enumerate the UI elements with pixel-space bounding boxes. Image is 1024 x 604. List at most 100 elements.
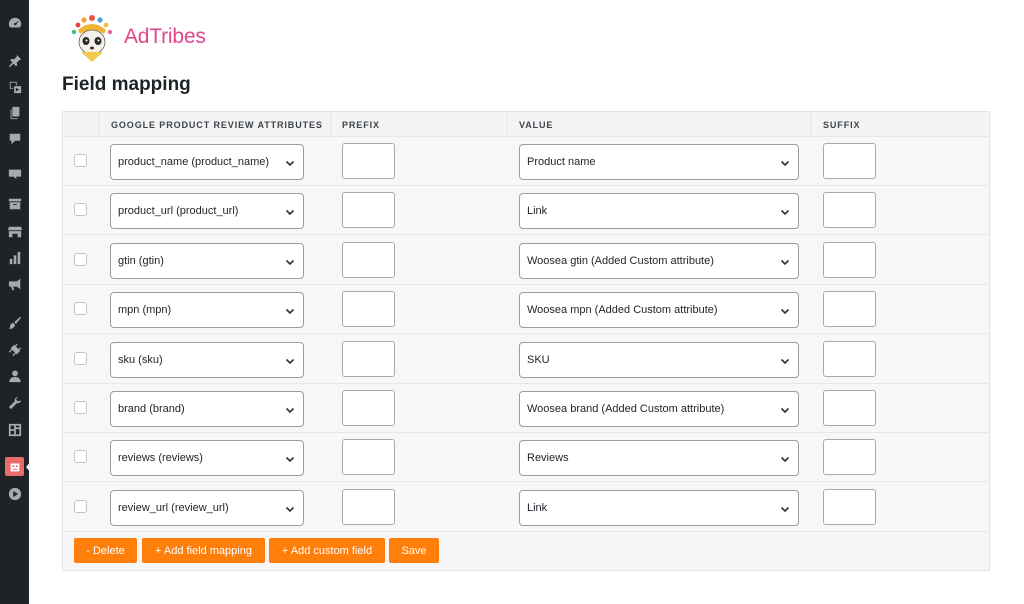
table-row: brand (brand) Woosea brand (Added Custom… bbox=[63, 384, 989, 433]
attribute-select-value: brand (brand) bbox=[118, 403, 185, 415]
value-select-value: SKU bbox=[527, 353, 550, 366]
attribute-select[interactable]: mpn (mpn) bbox=[110, 292, 304, 329]
value-select[interactable]: Product name bbox=[519, 144, 799, 180]
row-checkbox[interactable] bbox=[74, 203, 87, 217]
store-icon[interactable] bbox=[7, 224, 22, 239]
play-icon[interactable] bbox=[7, 486, 22, 501]
attribute-select[interactable]: product_name (product_name) bbox=[110, 144, 304, 180]
value-select[interactable]: SKU bbox=[519, 341, 799, 378]
suffix-input[interactable] bbox=[823, 390, 876, 426]
row-checkbox[interactable] bbox=[74, 252, 87, 266]
admin-sidebar bbox=[0, 0, 30, 604]
save-button[interactable]: Save bbox=[389, 538, 439, 563]
table-row: gtin (gtin) Woosea gtin (Added Custom at… bbox=[63, 235, 989, 285]
table-row: product_url (product_url) Link bbox=[63, 186, 989, 236]
attribute-select[interactable]: review_url (review_url) bbox=[110, 489, 304, 526]
page-title: Field mapping bbox=[62, 74, 191, 95]
prefix-input[interactable] bbox=[342, 241, 395, 278]
attribute-select-value: gtin (gtin) bbox=[118, 254, 164, 267]
attribute-select-value: mpn (mpn) bbox=[118, 304, 172, 317]
row-checkbox[interactable] bbox=[74, 154, 87, 167]
marketing-icon[interactable] bbox=[7, 276, 22, 291]
table-row: reviews (reviews) Reviews bbox=[63, 433, 989, 483]
attribute-select[interactable]: brand (brand) bbox=[110, 391, 304, 427]
woo-icon[interactable] bbox=[7, 166, 22, 181]
suffix-input[interactable] bbox=[823, 241, 876, 278]
table-header: GOOGLE PRODUCT REVIEW ATTRIBUTES PREFIX … bbox=[63, 112, 989, 137]
pages-icon[interactable] bbox=[7, 105, 22, 120]
active-menu-indicator bbox=[26, 462, 30, 472]
pin-icon[interactable] bbox=[7, 53, 22, 68]
prefix-input[interactable] bbox=[342, 390, 395, 426]
attribute-select[interactable]: sku (sku) bbox=[110, 341, 304, 378]
value-select[interactable]: Link bbox=[519, 489, 799, 526]
table-row: mpn (mpn) Woosea mpn (Added Custom attri… bbox=[63, 285, 989, 335]
attribute-select[interactable]: reviews (reviews) bbox=[110, 440, 304, 477]
attribute-select[interactable]: gtin (gtin) bbox=[110, 242, 304, 279]
add-custom-field-button[interactable]: + Add custom field bbox=[269, 538, 385, 563]
value-select[interactable]: Woosea gtin (Added Custom attribute) bbox=[519, 242, 799, 279]
chevron-down-icon bbox=[285, 454, 295, 464]
chevron-down-icon bbox=[285, 356, 295, 366]
suffix-input[interactable] bbox=[823, 488, 876, 525]
header-value: VALUE bbox=[519, 120, 554, 130]
value-select[interactable]: Woosea brand (Added Custom attribute) bbox=[519, 391, 799, 427]
row-checkbox[interactable] bbox=[74, 401, 87, 414]
header-suffix: SUFFIX bbox=[823, 120, 861, 130]
suffix-input[interactable] bbox=[823, 143, 876, 179]
media-icon[interactable] bbox=[7, 79, 22, 94]
add-field-mapping-button[interactable]: + Add field mapping bbox=[142, 538, 265, 563]
chevron-down-icon bbox=[780, 207, 790, 217]
tools-icon[interactable] bbox=[7, 395, 22, 410]
row-checkbox[interactable] bbox=[74, 499, 87, 513]
chevron-down-icon bbox=[780, 158, 790, 168]
field-mapping-table: GOOGLE PRODUCT REVIEW ATTRIBUTES PREFIX … bbox=[62, 111, 990, 571]
value-select[interactable]: Reviews bbox=[519, 440, 799, 477]
analytics-icon[interactable] bbox=[7, 250, 22, 265]
chevron-down-icon bbox=[285, 405, 295, 415]
prefix-input[interactable] bbox=[342, 143, 395, 179]
table-row: review_url (review_url) Link bbox=[63, 482, 989, 532]
value-select[interactable]: Woosea mpn (Added Custom attribute) bbox=[519, 292, 799, 329]
attribute-select-value: product_url (product_url) bbox=[118, 205, 239, 218]
brand-name: AdTribes bbox=[124, 25, 206, 48]
prefix-input[interactable] bbox=[342, 340, 395, 377]
products-icon[interactable] bbox=[7, 196, 22, 211]
users-icon[interactable] bbox=[7, 368, 22, 383]
row-checkbox[interactable] bbox=[74, 450, 87, 464]
suffix-input[interactable] bbox=[823, 291, 876, 328]
comments-icon[interactable] bbox=[7, 131, 22, 146]
prefix-input[interactable] bbox=[342, 291, 395, 328]
row-checkbox[interactable] bbox=[74, 302, 87, 316]
chevron-down-icon bbox=[780, 454, 790, 464]
suffix-input[interactable] bbox=[823, 439, 876, 476]
adtribes-icon[interactable] bbox=[5, 457, 24, 476]
table-row: product_name (product_name) Product name bbox=[63, 137, 989, 186]
adtribes-mascot-icon bbox=[71, 15, 113, 62]
suffix-input[interactable] bbox=[823, 192, 876, 229]
table-actions: - Delete + Add field mapping + Add custo… bbox=[63, 532, 989, 570]
dashboard-icon[interactable] bbox=[7, 15, 22, 30]
chevron-down-icon bbox=[780, 257, 790, 267]
chevron-down-icon bbox=[780, 356, 790, 366]
chevron-down-icon bbox=[780, 306, 790, 316]
chevron-down-icon bbox=[285, 158, 295, 168]
attribute-select-value: product_name (product_name) bbox=[118, 156, 270, 168]
delete-button[interactable]: - Delete bbox=[74, 538, 137, 563]
prefix-input[interactable] bbox=[342, 488, 395, 525]
prefix-input[interactable] bbox=[342, 439, 395, 476]
suffix-input[interactable] bbox=[823, 340, 876, 377]
prefix-input[interactable] bbox=[342, 192, 395, 229]
attribute-select-value: reviews (reviews) bbox=[118, 452, 203, 465]
plugins-icon[interactable] bbox=[7, 342, 22, 357]
attribute-select-value: sku (sku) bbox=[118, 353, 163, 366]
row-checkbox[interactable] bbox=[74, 351, 87, 365]
value-select-value: Woosea gtin (Added Custom attribute) bbox=[527, 254, 714, 267]
attribute-select[interactable]: product_url (product_url) bbox=[110, 193, 304, 230]
value-select[interactable]: Link bbox=[519, 193, 799, 230]
brand-logo: AdTribes bbox=[64, 8, 206, 64]
appearance-icon[interactable] bbox=[7, 315, 22, 330]
chevron-down-icon bbox=[285, 306, 295, 316]
attribute-select-value: review_url (review_url) bbox=[118, 501, 229, 514]
settings-icon[interactable] bbox=[7, 422, 22, 437]
